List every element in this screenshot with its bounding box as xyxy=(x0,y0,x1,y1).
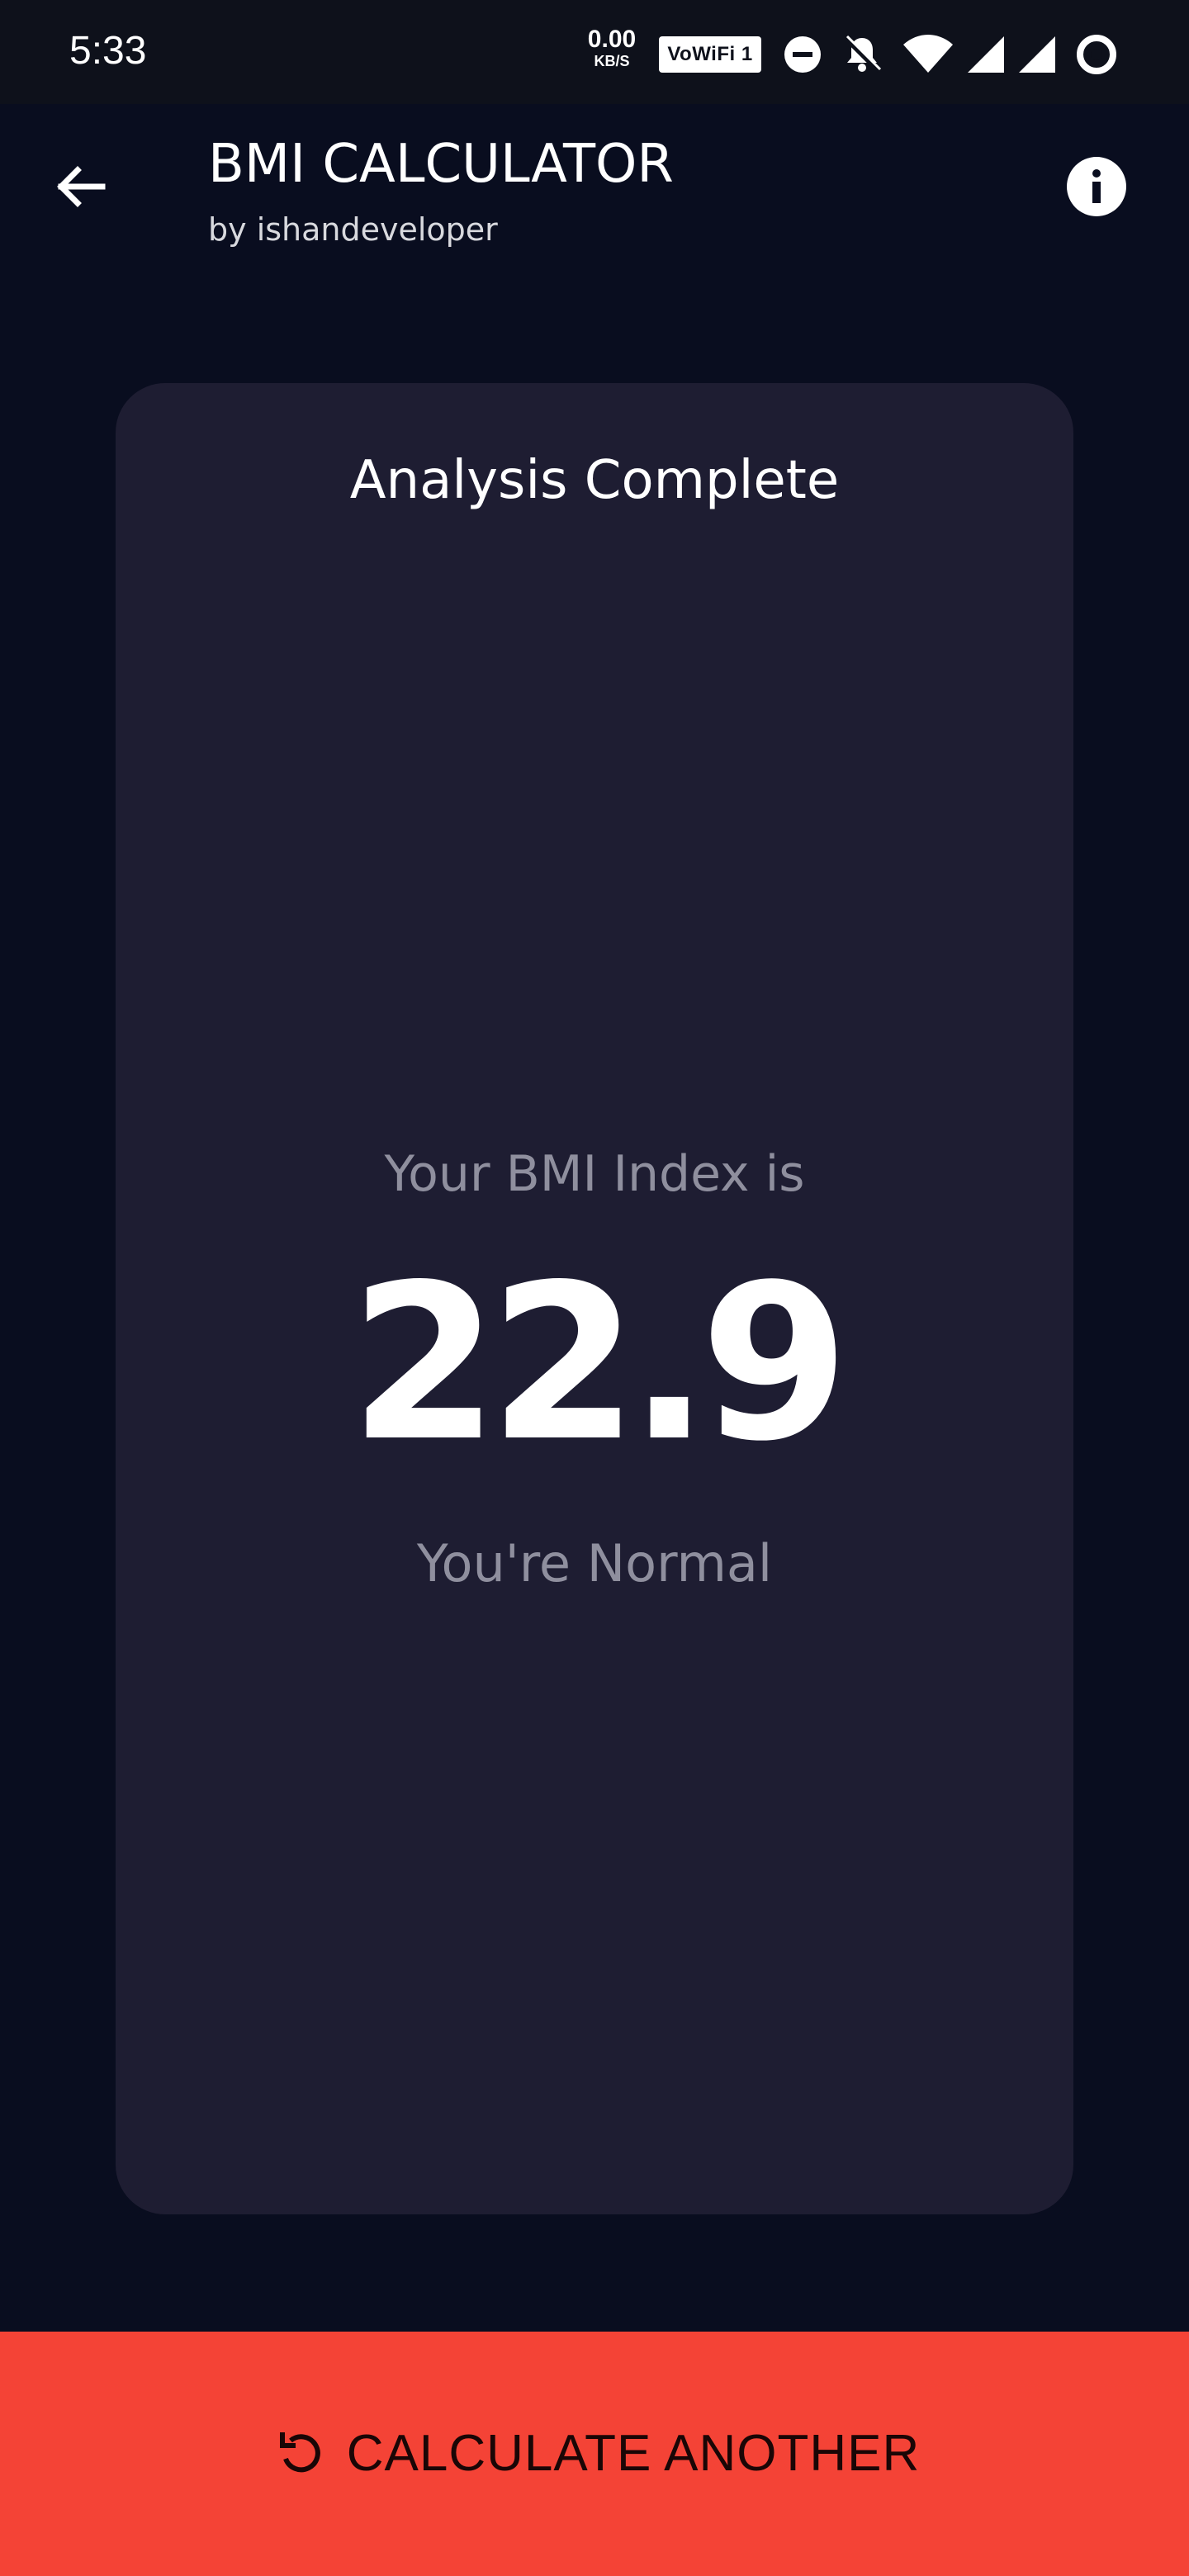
network-speed-value: 0.00 xyxy=(587,26,637,53)
status-time: 5:33 xyxy=(69,29,147,73)
bmi-value: 22.9 xyxy=(349,1239,850,1489)
result-card: Analysis Complete Your BMI Index is 22.9… xyxy=(116,383,1073,2214)
result-heading: Analysis Complete xyxy=(349,450,840,511)
info-icon xyxy=(1092,169,1101,203)
network-speed-unit: KB/S xyxy=(594,53,630,69)
bmi-status: You're Normal xyxy=(416,1533,773,1593)
app-title: BMI CALCULATOR xyxy=(208,134,674,195)
back-button[interactable] xyxy=(48,154,114,220)
signal-icon xyxy=(1019,36,1055,73)
network-speed: 0.00 KB/S xyxy=(583,26,641,70)
app-subtitle: by ishandeveloper xyxy=(208,211,498,248)
battery-icon xyxy=(1077,35,1116,74)
calculate-another-label: CALCULATE ANOTHER xyxy=(346,2425,921,2482)
refresh-icon xyxy=(279,2432,320,2473)
wifi-icon xyxy=(903,35,953,73)
vowifi-badge: VoWiFi 1 xyxy=(659,36,761,73)
status-bar: 5:33 0.00 KB/S VoWiFi 1 xyxy=(0,0,1189,104)
arrow-back-icon xyxy=(57,166,106,207)
dnd-icon xyxy=(784,36,821,73)
calculate-another-button[interactable]: CALCULATE ANOTHER xyxy=(0,2332,1189,2576)
signal-icon xyxy=(968,36,1004,73)
info-button[interactable] xyxy=(1067,157,1126,216)
bmi-label: Your BMI Index is xyxy=(384,1145,805,1203)
bell-muted-icon xyxy=(843,35,882,73)
